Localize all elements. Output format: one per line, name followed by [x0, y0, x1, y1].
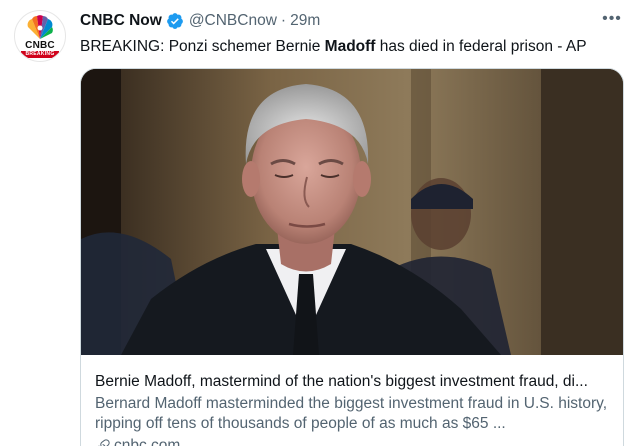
verified-badge-icon — [166, 13, 183, 29]
tweet-text-bold: Madoff — [324, 38, 376, 55]
tweet-text-start: BREAKING: Ponzi schemer Bernie — [80, 38, 325, 55]
card-title[interactable]: Bernie Madoff, mastermind of the nation'… — [95, 372, 611, 392]
peacock-logo-icon — [27, 15, 53, 40]
timestamp[interactable]: 29m — [290, 12, 320, 30]
logo-breaking-badge: BREAKING — [21, 51, 59, 58]
link-preview-card[interactable]: Bernie Madoff, mastermind of the nation'… — [80, 68, 624, 446]
tweet-text: BREAKING: Ponzi schemer Bernie Madoff ha… — [80, 37, 630, 57]
tweet-header: CNBC Now @CNBCnow · 29m — [80, 11, 320, 31]
card-description: Bernard Madoff masterminded the biggest … — [95, 395, 608, 432]
card-domain[interactable]: cnbc.com — [95, 436, 611, 446]
more-options-icon: ••• — [602, 10, 622, 27]
cnbc-logo: CNBC BREAKING — [17, 13, 63, 59]
card-image[interactable] — [81, 69, 623, 355]
avatar[interactable]: CNBC BREAKING — [14, 10, 66, 62]
separator-dot: · — [280, 12, 287, 29]
card-body: Bernie Madoff, mastermind of the nation'… — [81, 355, 623, 446]
more-options-button[interactable]: ••• — [598, 8, 626, 30]
tweet-text-end: has died in federal prison - AP — [375, 38, 587, 55]
link-icon — [98, 439, 110, 446]
card-domain-text: cnbc.com — [114, 437, 181, 446]
card-photo — [81, 69, 623, 355]
handle[interactable]: @CNBCnow — [189, 12, 277, 30]
logo-wordmark: CNBC — [25, 40, 55, 51]
display-name[interactable]: CNBC Now — [80, 12, 162, 30]
tweet: CNBC BREAKING CNBC Now @CNBCnow · 29m ••… — [0, 0, 640, 446]
